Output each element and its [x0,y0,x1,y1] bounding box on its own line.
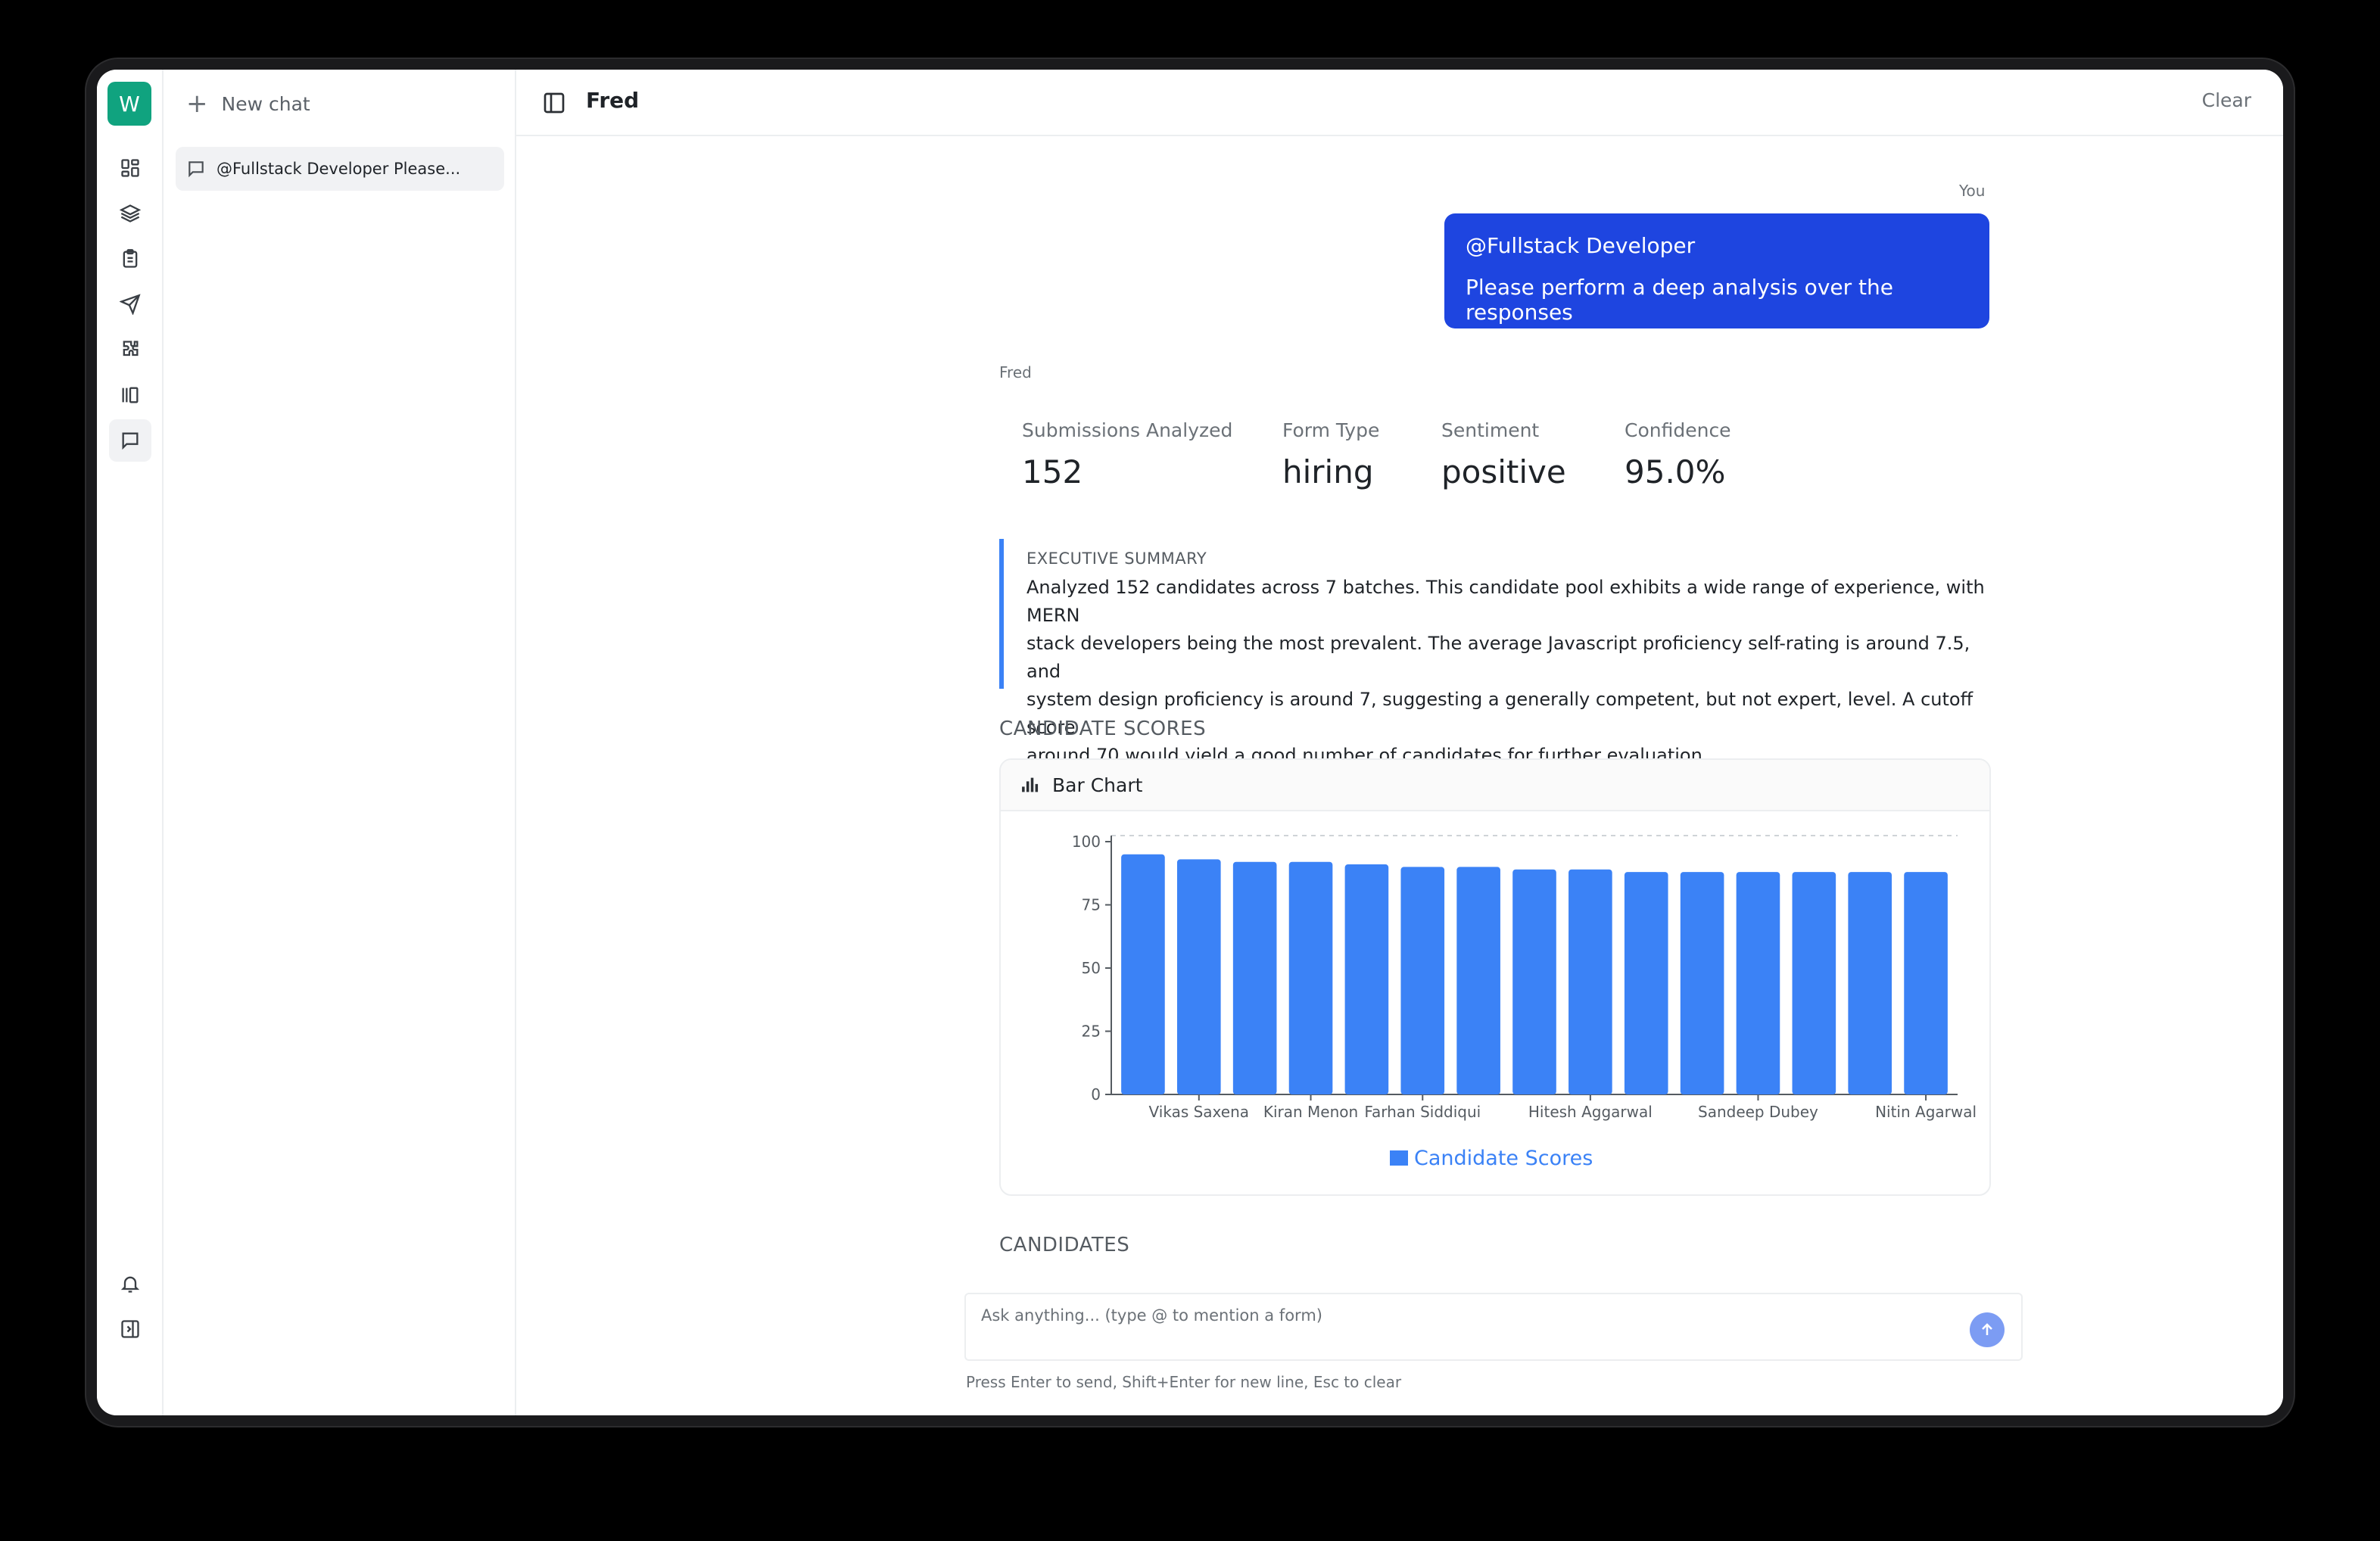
clipboard-icon[interactable] [109,238,151,280]
bar [1624,872,1668,1094]
bell-icon[interactable] [109,1262,151,1305]
candidates-heading: CANDIDATES [999,1234,1130,1256]
chart-card-header: Bar Chart [1001,760,1989,811]
bar [1736,872,1780,1094]
bar [1680,872,1724,1094]
bar-chart: 0 25 50 75 100 Vikas Saxena Kiran Menon Farhan … [1072,833,1977,1170]
workspace-logo[interactable]: W [107,82,151,126]
x-tick-label: Sandeep Dubey [1698,1103,1818,1121]
y-tick-label: 75 [1082,896,1101,914]
clear-button[interactable]: Clear [2202,89,2251,111]
new-chat-button[interactable]: + New chat [186,89,310,118]
stat-label: Sentiment [1441,419,1540,441]
collapse-sidebar-icon[interactable] [109,1308,151,1350]
x-tick-label: Farhan Siddiqui [1364,1103,1481,1121]
dashboard-icon[interactable] [109,147,151,189]
stat-value: 152 [1022,453,1083,490]
arrow-up-icon [1982,1323,1992,1335]
stat-form-type: Form Type hiring [1282,419,1441,490]
summary-heading: EXECUTIVE SUMMARY [1026,549,1207,568]
stat-label: Confidence [1625,419,1731,441]
layers-icon[interactable] [109,192,151,235]
message-composer[interactable]: Ask anything... (type @ to mention a for… [964,1293,2023,1361]
bar [1456,867,1500,1094]
stat-sentiment: Sentiment positive [1441,419,1625,490]
stat-confidence: Confidence 95.0% [1625,419,1776,490]
user-message-bubble: @Fullstack Developer Please perform a de… [1444,213,1989,328]
assistant-author-label: Fred [999,363,1032,381]
legend-label: Candidate Scores [1414,1147,1593,1170]
bar [1121,854,1165,1094]
bar [1904,872,1948,1094]
bar [1568,869,1612,1094]
executive-summary: EXECUTIVE SUMMARY Analyzed 152 candidate… [999,539,1991,766]
x-tick-label: Hitesh Aggarwal [1528,1103,1653,1121]
chart-card-title: Bar Chart [1052,774,1143,796]
stat-value: 95.0% [1625,453,1726,490]
conversation-title: @Fullstack Developer Please... [217,160,461,178]
app-window: W + New chat @Fullstack Developer Please… [97,70,2283,1415]
chat-main: Fred Clear You @Fullstack Developer Plea… [516,70,2283,1415]
stats-row: Submissions Analyzed 152 Form Type hirin… [1022,419,1776,490]
chat-title: Fred [586,88,640,113]
summary-line: stack developers being the most prevalen… [1026,633,1970,682]
bar [1232,861,1277,1094]
bar [1288,861,1333,1094]
new-chat-label: New chat [221,92,310,115]
send-button[interactable] [1970,1312,2005,1347]
scores-heading: CANDIDATE SCORES [999,718,1207,740]
x-tick-label: Kiran Menon [1263,1103,1358,1121]
stat-value: positive [1441,453,1566,490]
summary-body: Analyzed 152 candidates across 7 batches… [1026,574,1991,770]
library-icon[interactable] [109,374,151,416]
chat-icon[interactable] [109,419,151,462]
y-tick-label: 25 [1082,1023,1101,1041]
x-tick-label: Vikas Saxena [1149,1103,1249,1121]
user-message-line: Please perform a deep analysis over the … [1466,275,1893,325]
bar [1512,869,1556,1094]
composer-hint: Press Enter to send, Shift+Enter for new… [966,1373,1402,1391]
conversation-item[interactable]: @Fullstack Developer Please... [176,147,504,191]
legend-swatch [1390,1150,1408,1166]
icon-rail: W [97,70,164,1415]
bar [1848,872,1892,1094]
user-author-label: You [1959,182,1986,200]
summary-line: Analyzed 152 candidates across 7 batches… [1026,577,1985,626]
chat-header: Fred Clear [516,70,2283,136]
toggle-panel-icon[interactable] [542,91,566,115]
send-icon[interactable] [109,283,151,325]
stat-label: Form Type [1282,419,1380,441]
puzzle-icon[interactable] [109,328,151,371]
x-tick-label: Nitin Agarwal [1875,1103,1977,1121]
bar [1400,867,1445,1094]
bar [1176,859,1221,1094]
message-icon [188,161,204,178]
composer-placeholder: Ask anything... (type @ to mention a for… [981,1306,1322,1325]
stat-submissions: Submissions Analyzed 152 [1022,419,1282,490]
bar [1792,872,1836,1094]
y-tick-label: 100 [1072,833,1101,851]
stat-value: hiring [1282,453,1374,490]
stat-label: Submissions Analyzed [1022,419,1233,441]
conversation-sidebar: + New chat @Fullstack Developer Please..… [164,70,516,1415]
plus-icon: + [186,89,208,119]
bar [1344,864,1389,1094]
y-tick-label: 50 [1082,959,1101,977]
y-tick-label: 0 [1091,1085,1101,1104]
user-message-line: @Fullstack Developer [1466,233,1696,258]
bar-chart-icon [1022,777,1039,792]
chart-card: Bar Chart 0 25 50 75 100 Vikas Saxena Kiran Me… [999,758,1991,1196]
